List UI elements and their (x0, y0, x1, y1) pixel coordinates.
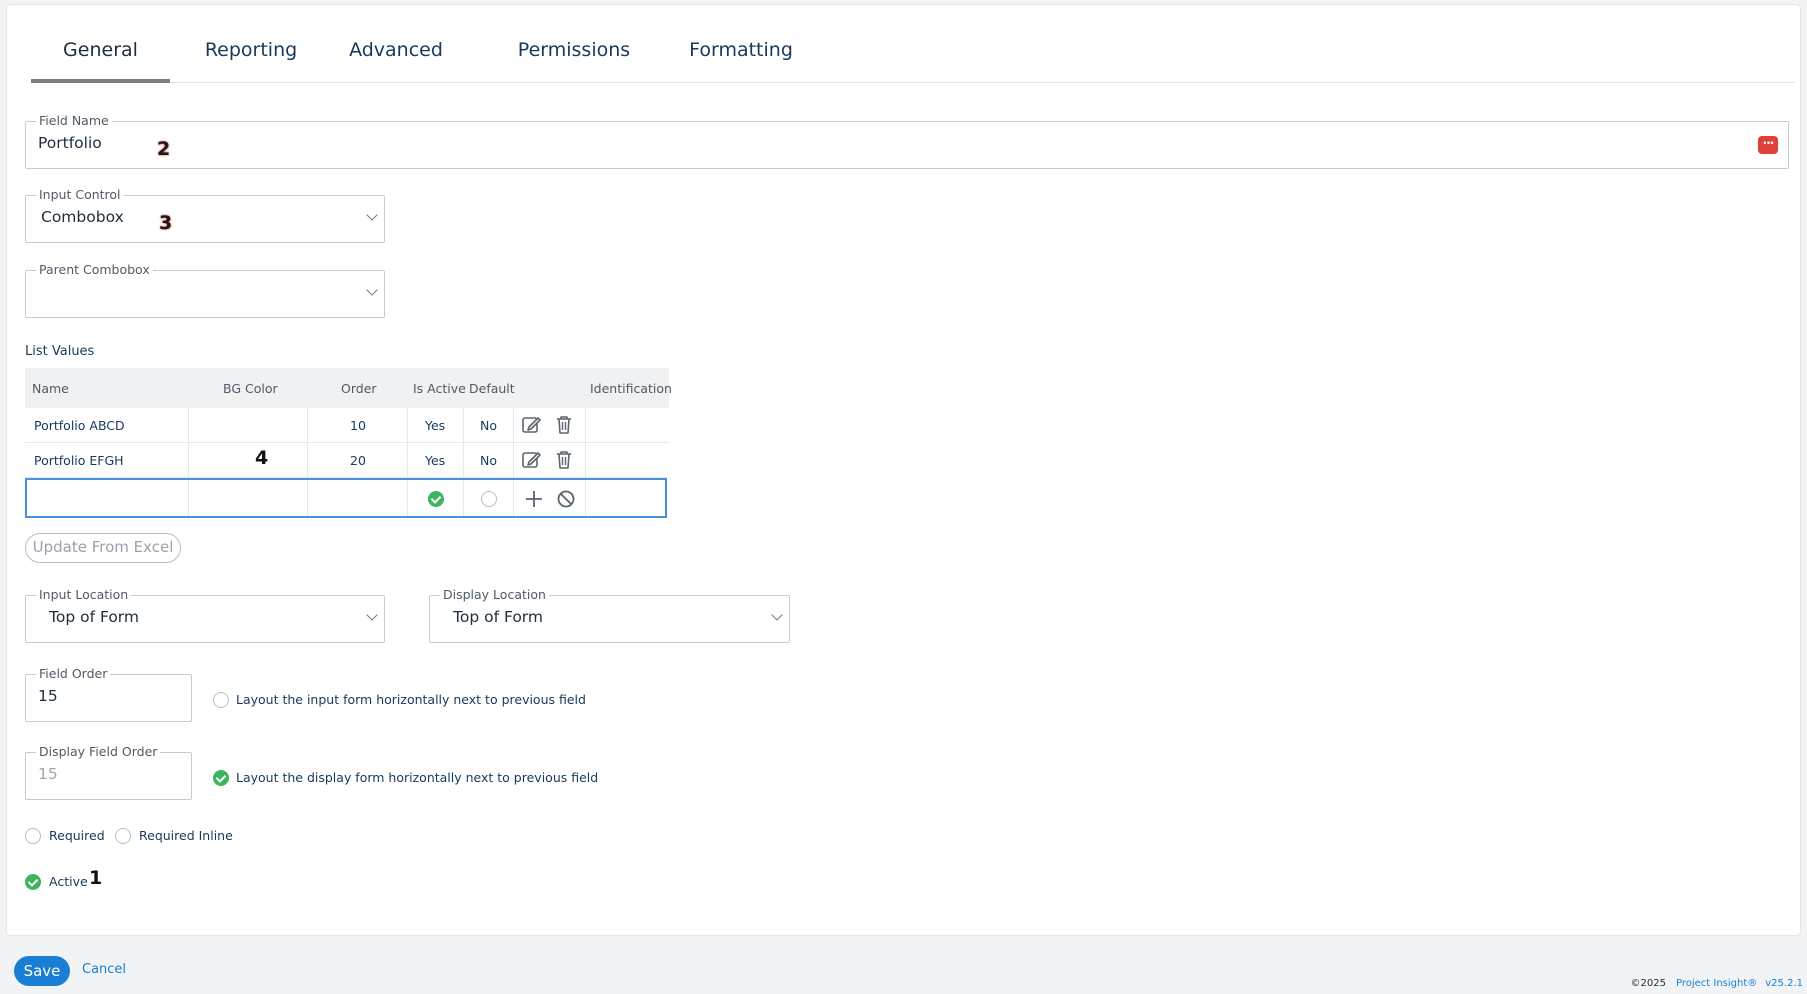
annotation-marker-4: 4 (255, 447, 269, 469)
annotation-marker-2: 2 (157, 138, 171, 160)
more-options-icon[interactable]: ··· (1758, 136, 1778, 154)
layout-display-horizontal-label: Layout the display form horizontally nex… (236, 770, 599, 785)
version: v25.2.1 (1765, 978, 1803, 989)
chevron-down-icon (366, 609, 378, 621)
field-name-input[interactable]: Field Name Portfolio ··· (25, 113, 1789, 169)
input-location-value: Top of Form (49, 608, 139, 626)
tab-bar: General Reporting Advanced Permissions F… (31, 5, 1795, 83)
tab-permissions[interactable]: Permissions (499, 39, 649, 83)
input-control-label: Input Control (36, 187, 124, 203)
list-values-label: List Values (25, 344, 95, 359)
input-location-label: Input Location (36, 587, 132, 603)
field-order-value: 15 (38, 687, 58, 705)
table-row[interactable]: Portfolio ABCD 10 Yes No (25, 408, 669, 443)
display-field-order-label: Display Field Order (36, 744, 161, 760)
field-order-label: Field Order (36, 666, 111, 682)
display-field-order-input: Display Field Order 15 (25, 744, 192, 800)
cancel-circle-icon[interactable] (555, 488, 577, 510)
tab-formatting[interactable]: Formatting (671, 39, 811, 83)
tab-general[interactable]: General (31, 39, 170, 83)
display-location-label: Display Location (440, 587, 549, 603)
active-label: Active (49, 874, 88, 889)
save-button[interactable]: Save (14, 956, 70, 986)
display-field-order-value: 15 (38, 765, 58, 783)
row-is-active: Yes (425, 453, 446, 468)
chevron-down-icon (366, 209, 378, 221)
table-row[interactable]: Portfolio EFGH 20 Yes No (25, 443, 669, 478)
field-order-input[interactable]: Field Order 15 (25, 666, 192, 722)
copyright: ©2025 (1630, 978, 1666, 989)
chevron-down-icon (366, 284, 378, 296)
update-from-excel-button[interactable]: Update From Excel (25, 533, 181, 563)
column-header-is-active: Is Active (413, 381, 466, 396)
annotation-marker-3: 3 (159, 212, 173, 234)
cancel-link[interactable]: Cancel (82, 962, 126, 977)
column-header-bg-color: BG Color (223, 381, 278, 396)
layout-input-horizontal-label: Layout the input form horizontally next … (236, 692, 586, 707)
input-location-select[interactable]: Input Location Top of Form (25, 587, 385, 643)
required-label: Required (49, 828, 105, 843)
input-control-value: Combobox (41, 208, 124, 226)
edit-icon[interactable] (520, 449, 542, 471)
parent-combobox-select[interactable]: Parent Combobox (25, 262, 385, 318)
new-row-editor[interactable] (25, 478, 667, 518)
layout-display-horizontal-check-icon[interactable] (213, 770, 229, 786)
row-is-active: Yes (425, 418, 446, 433)
required-inline-radio[interactable] (115, 828, 131, 844)
layout-input-horizontal-radio[interactable] (213, 692, 229, 708)
app-footer: ©2025 Project Insight® v25.2.1 (1631, 978, 1803, 989)
field-name-value: Portfolio (38, 134, 102, 152)
chevron-down-icon (771, 609, 783, 621)
display-location-value: Top of Form (453, 608, 543, 626)
settings-card: General Reporting Advanced Permissions F… (6, 4, 1801, 936)
column-header-default: Default (469, 381, 515, 396)
display-location-select[interactable]: Display Location Top of Form (429, 587, 790, 643)
row-order: 20 (350, 453, 366, 468)
default-radio[interactable] (481, 491, 497, 507)
tab-reporting[interactable]: Reporting (196, 39, 306, 83)
column-header-identification: Identification (590, 381, 672, 396)
list-values-grid: Name BG Color Order Is Active Default Id… (25, 368, 672, 518)
grid-header: Name BG Color Order Is Active Default Id… (25, 368, 672, 408)
plus-icon[interactable] (523, 488, 545, 510)
required-radio[interactable] (25, 828, 41, 844)
is-active-check-icon[interactable] (428, 491, 444, 507)
tab-advanced[interactable]: Advanced (341, 39, 451, 83)
row-order: 10 (350, 418, 366, 433)
trash-icon[interactable] (553, 414, 575, 436)
edit-icon[interactable] (520, 414, 542, 436)
required-inline-label: Required Inline (139, 828, 233, 843)
row-default: No (480, 453, 497, 468)
product-link[interactable]: Project Insight® (1676, 978, 1757, 989)
trash-icon[interactable] (553, 449, 575, 471)
active-check-icon[interactable] (25, 874, 41, 890)
input-control-select[interactable]: Input Control Combobox (25, 187, 385, 243)
column-header-name: Name (32, 381, 69, 396)
field-name-label: Field Name (36, 113, 112, 129)
row-default: No (480, 418, 497, 433)
row-name: Portfolio ABCD (34, 418, 125, 433)
parent-combobox-label: Parent Combobox (36, 262, 153, 278)
row-name: Portfolio EFGH (34, 453, 124, 468)
annotation-marker-1: 1 (89, 867, 103, 889)
column-header-order: Order (341, 381, 377, 396)
